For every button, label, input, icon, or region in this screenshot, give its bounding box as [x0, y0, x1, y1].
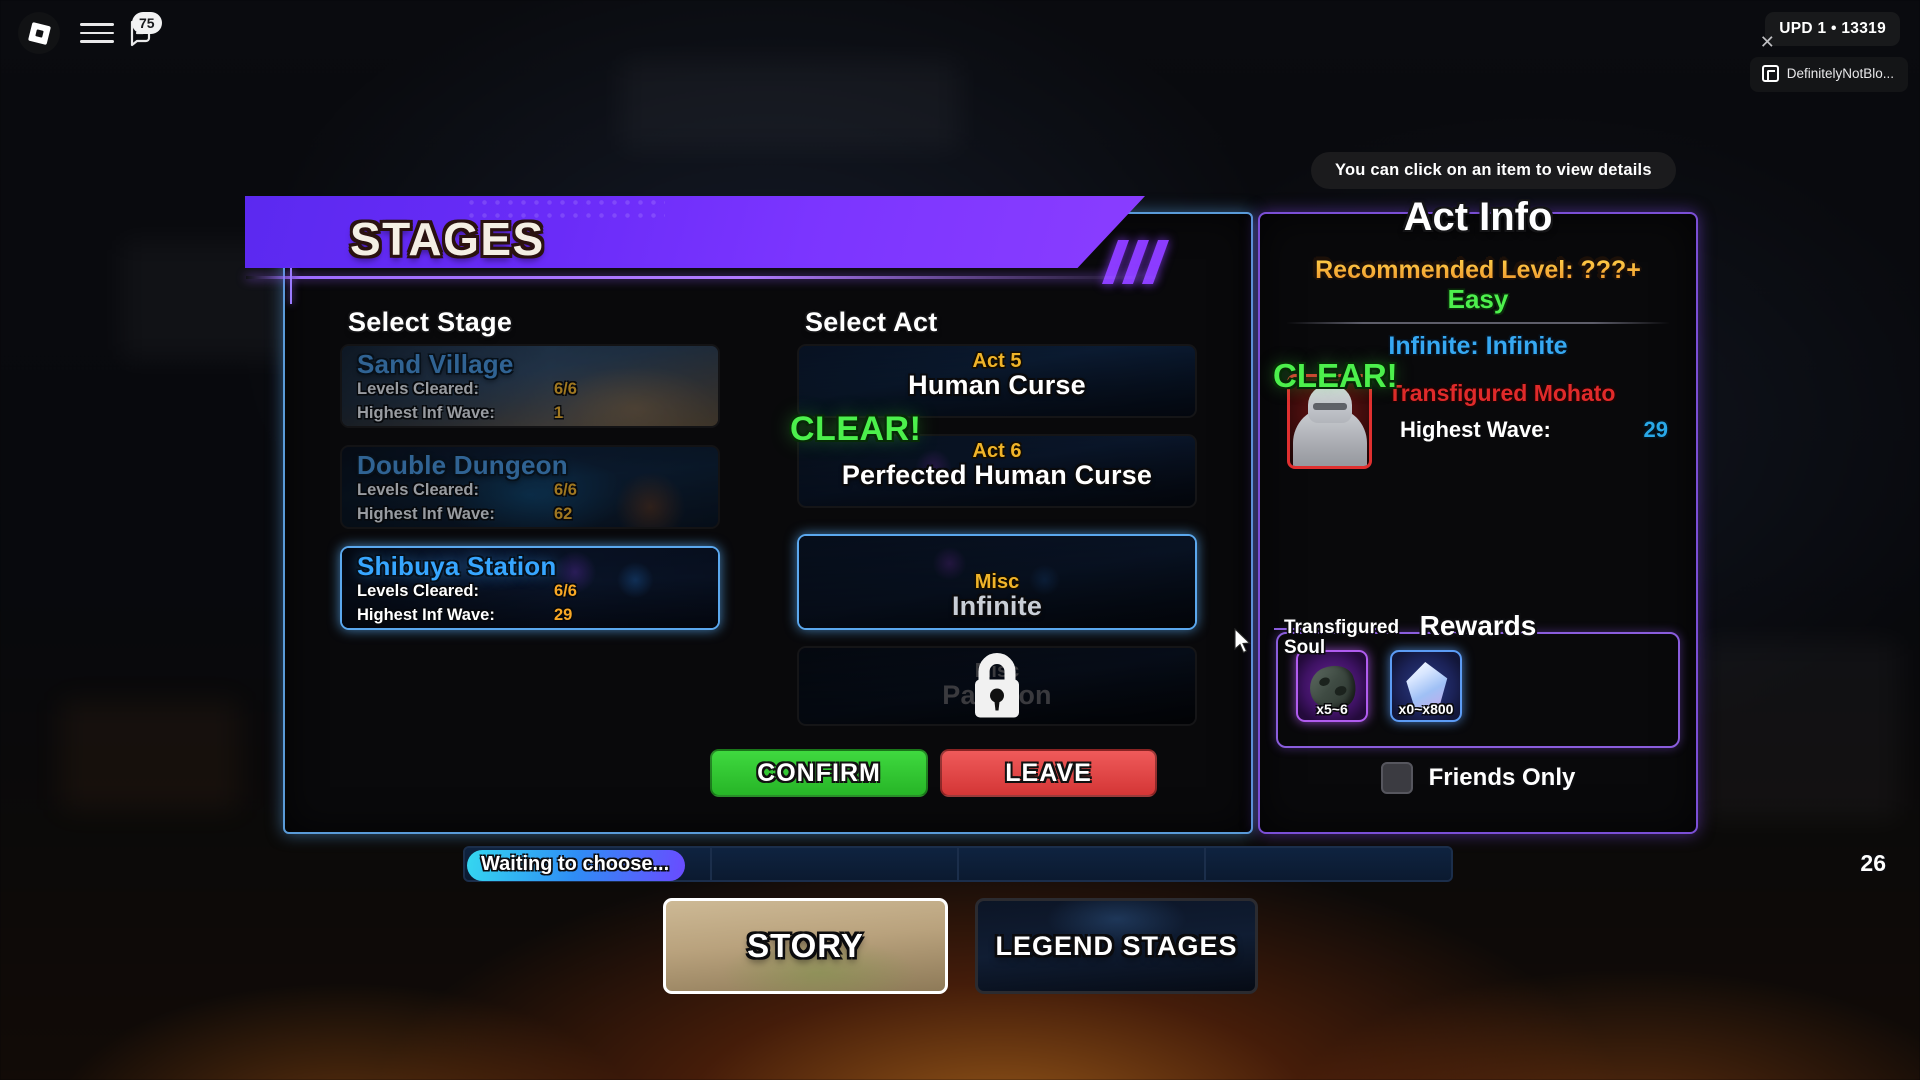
boss-grin	[1312, 403, 1347, 410]
tab-story[interactable]: STORY	[663, 898, 948, 994]
leave-button[interactable]: LEAVE	[940, 749, 1157, 797]
stage-card-double-dungeon[interactable]: Double Dungeon Levels Cleared: 6/6 Highe…	[340, 445, 720, 529]
difficulty-label: Easy	[1447, 284, 1509, 314]
act-name: Infinite	[951, 591, 1043, 621]
select-act-heading: Select Act	[805, 307, 938, 337]
boss-clear-badge: CLEAR!	[1273, 357, 1398, 394]
reward-tooltip-label: Transfigured Soul	[1284, 617, 1400, 659]
stage-wave-value: 62	[554, 505, 573, 523]
stage-wave-label: Highest Inf Wave:	[357, 404, 495, 422]
reward-item-transfigured-soul[interactable]: x5~6	[1296, 650, 1368, 722]
act-info-panel: Recommended Level: ???+ Easy Infinite: I…	[1258, 212, 1698, 834]
reward-quantity: x5~6	[1316, 701, 1348, 717]
friends-only-label: Friends Only	[1428, 764, 1576, 791]
stage-levels-label: Levels Cleared:	[357, 380, 479, 398]
app-favicon-icon	[1761, 65, 1779, 82]
friends-only-checkbox[interactable]	[1380, 762, 1413, 794]
stage-name: Sand Village	[357, 349, 514, 379]
tab-legend-stages-label: LEGEND STAGES	[995, 930, 1238, 961]
roblox-logo-icon[interactable]	[18, 12, 60, 54]
stage-name: Shibuya Station	[357, 551, 557, 581]
waiting-status-pill: Waiting to choose...	[467, 850, 686, 881]
stages-main-panel: Select Stage Select Act Sand Village Lev…	[283, 212, 1253, 834]
page-title: STAGES	[350, 213, 545, 265]
act-card-paragon-locked[interactable]: Misc Paragon	[797, 646, 1197, 726]
highest-wave-value: 29	[1643, 417, 1668, 442]
act-card-act5[interactable]: Act 5 Human Curse	[797, 344, 1197, 418]
stage-levels-value: 6/6	[554, 380, 577, 398]
stage-card-shibuya-station[interactable]: Shibuya Station Levels Cleared: 6/6 High…	[340, 546, 720, 630]
roblox-topbar: 75 UPD 1 • 13319 ✕ DefinitelyNotBlo...	[0, 0, 1920, 92]
stage-levels-label: Levels Cleared:	[357, 582, 479, 600]
act-name: Human Curse	[908, 370, 1086, 400]
stage-card-sand-village[interactable]: Sand Village Levels Cleared: 6/6 Highest…	[340, 344, 720, 428]
select-stage-heading: Select Stage	[348, 307, 513, 337]
banner-tick-mark	[290, 268, 292, 304]
roblox-logo-glyph	[27, 21, 51, 45]
hamburger-line	[80, 23, 114, 26]
status-countdown: 26	[1860, 850, 1886, 876]
info-divider	[1286, 322, 1670, 324]
stage-wave-value: 29	[554, 606, 573, 624]
party-slot[interactable]	[1206, 848, 1451, 880]
chat-unread-badge: 75	[132, 12, 162, 34]
friends-only-row: Friends Only	[1260, 762, 1696, 794]
hamburger-line	[80, 40, 114, 43]
padlock-icon	[975, 653, 1019, 718]
boss-name: Transfigured Mohato	[1388, 380, 1616, 406]
act-name: Perfected Human Curse	[841, 460, 1153, 490]
stage-levels-label: Levels Cleared:	[357, 481, 479, 499]
tab-story-label: STORY	[747, 927, 864, 964]
notification-label: DefinitelyNotBlo...	[1786, 66, 1894, 81]
stage-levels-value: 6/6	[554, 582, 577, 600]
stage-wave-label: Highest Inf Wave:	[357, 606, 495, 624]
notification-toast[interactable]: ✕ DefinitelyNotBlo...	[1749, 33, 1908, 92]
stage-levels-value: 6/6	[554, 481, 577, 499]
mouse-pointer-icon	[1234, 628, 1251, 654]
reward-quantity: x0~x800	[1398, 701, 1454, 717]
hamburger-menu-icon[interactable]	[80, 20, 114, 46]
close-icon[interactable]: ✕	[1760, 33, 1775, 51]
confirm-button[interactable]: CONFIRM	[710, 749, 928, 797]
highest-wave-label: Highest Wave:	[1400, 417, 1551, 442]
stage-name: Double Dungeon	[357, 450, 568, 480]
banner-underline	[246, 276, 1156, 279]
act-info-title: Act Info	[1403, 195, 1553, 239]
party-slot[interactable]	[959, 848, 1206, 880]
act-clear-badge: CLEAR!	[790, 410, 922, 448]
stage-wave-label: Highest Inf Wave:	[357, 505, 495, 523]
recommended-level: Recommended Level: ???+	[1260, 256, 1696, 285]
update-version-badge: UPD 1 • 13319	[1765, 12, 1900, 46]
hamburger-line	[80, 31, 114, 35]
reward-item-gem[interactable]: x0~x800	[1390, 650, 1462, 722]
tab-legend-stages[interactable]: LEGEND STAGES	[975, 898, 1258, 994]
stage-wave-value: 1	[554, 404, 564, 422]
party-slot[interactable]	[712, 848, 959, 880]
act-card-infinite[interactable]: Misc Infinite	[797, 534, 1197, 630]
item-details-hint: You can click on an item to view details	[1311, 152, 1676, 189]
